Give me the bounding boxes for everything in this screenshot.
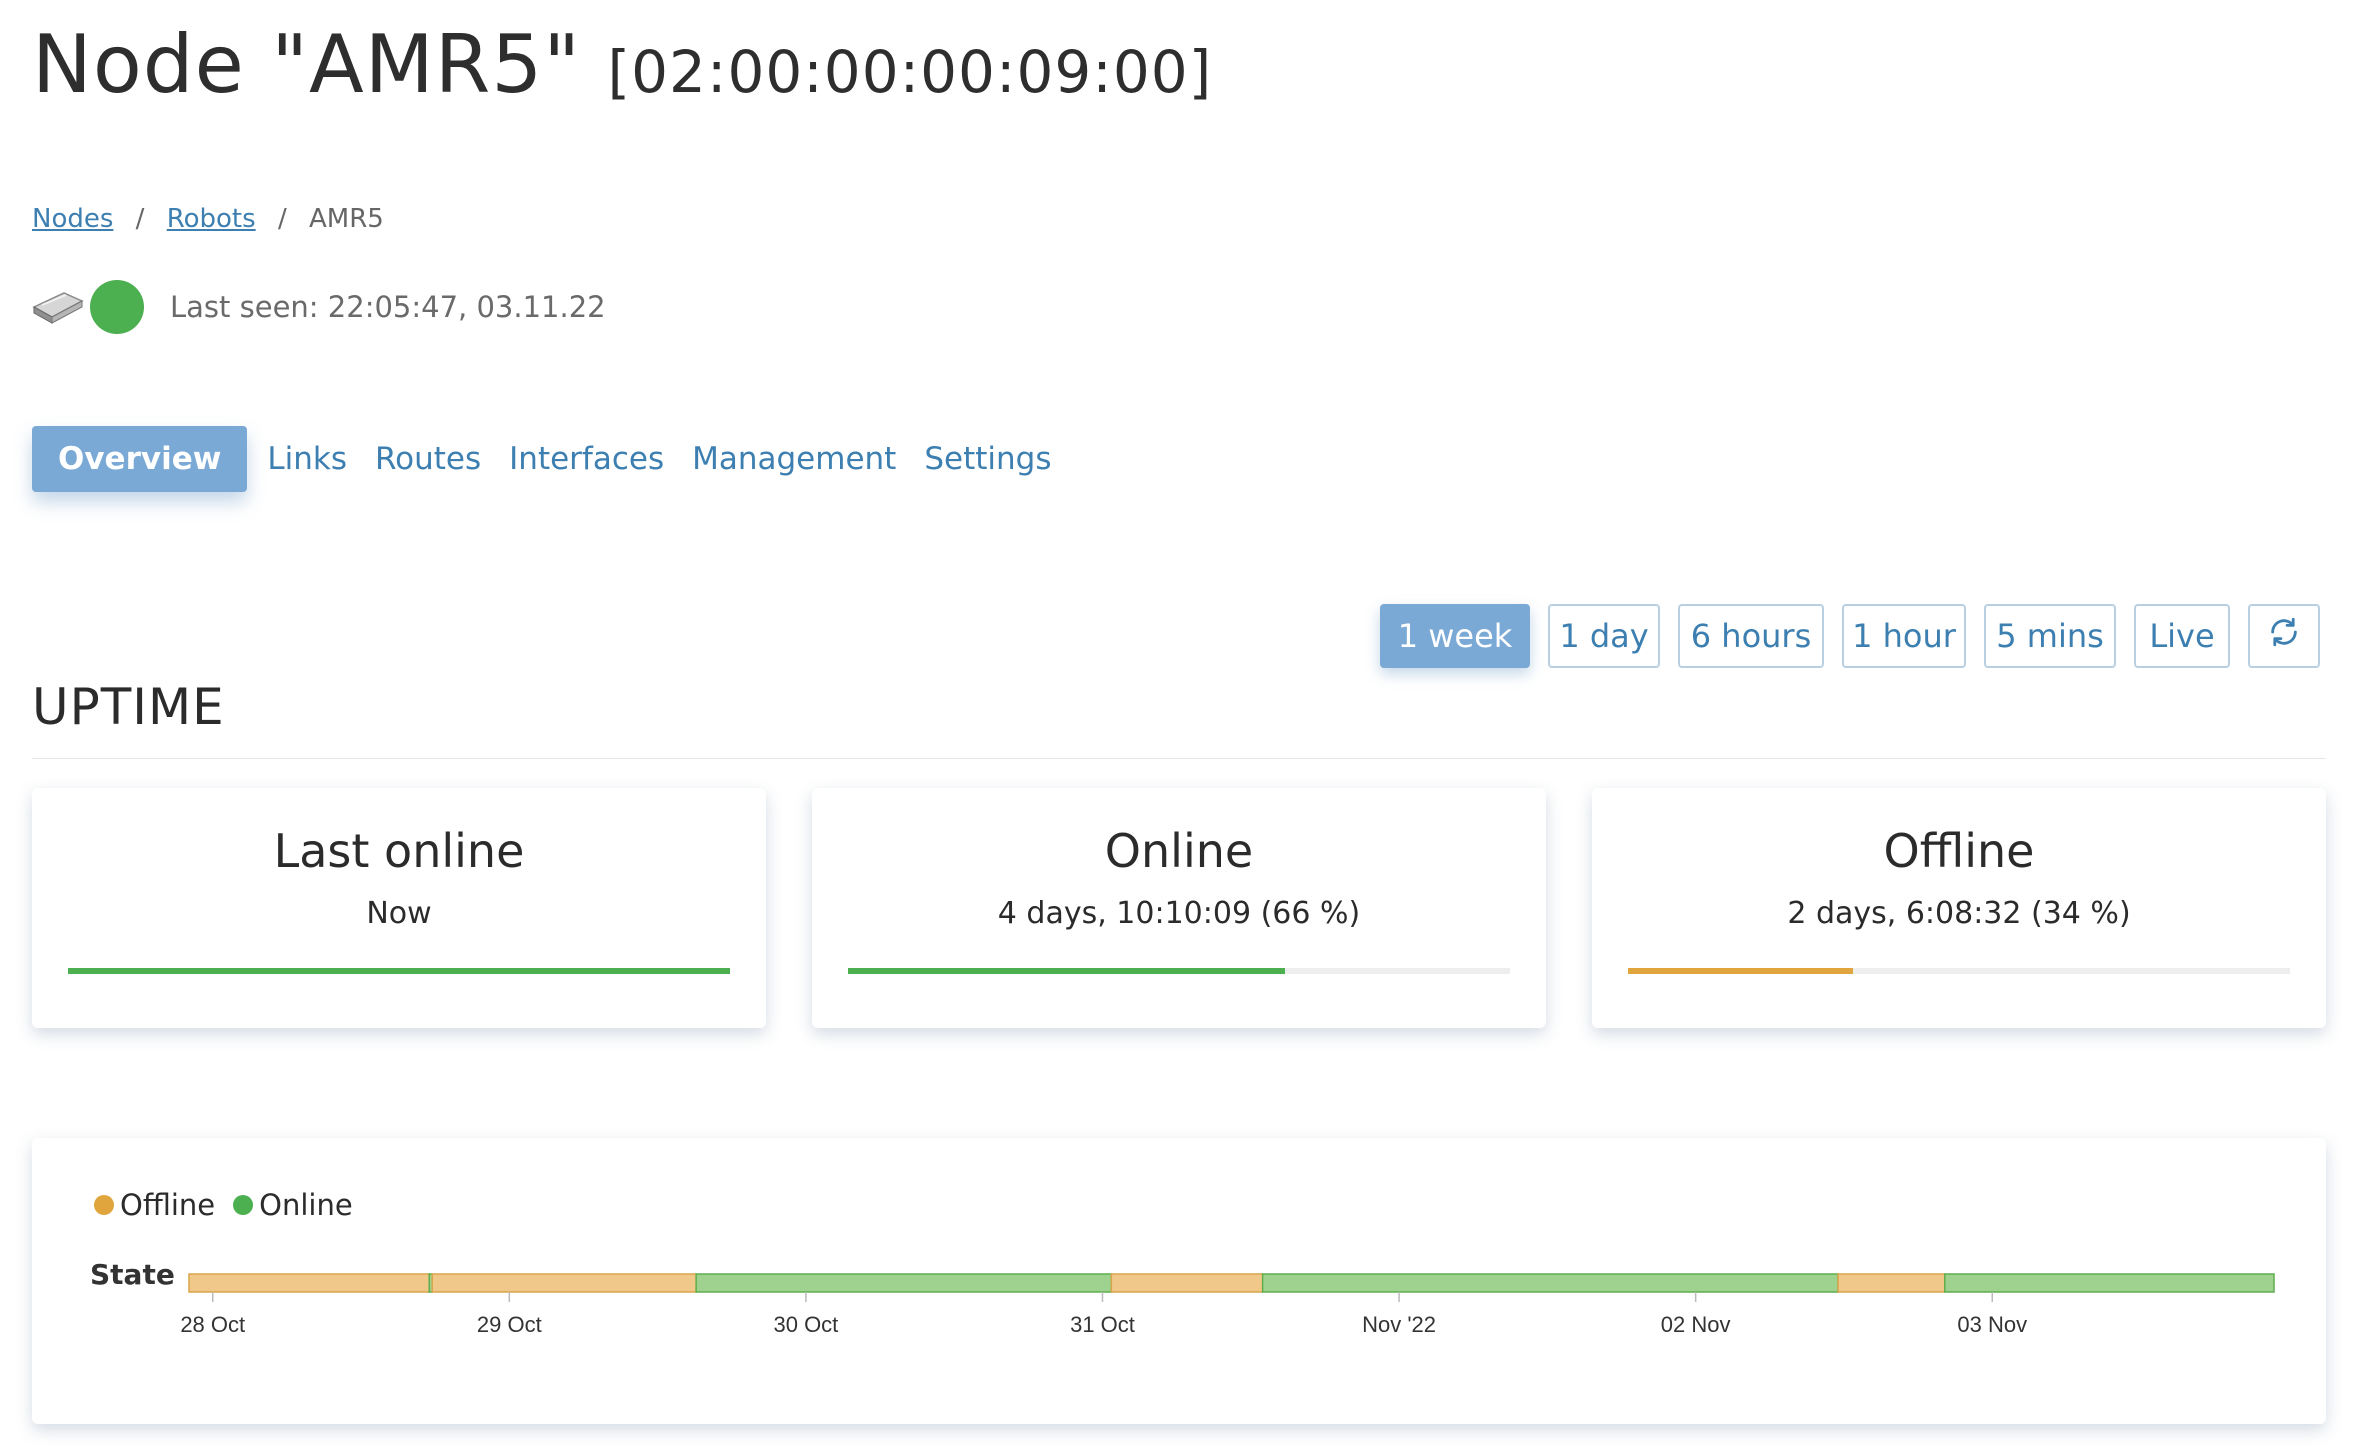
time-range-selector: 1 week 1 day 6 hours 1 hour 5 mins Live xyxy=(1362,604,2320,668)
x-axis-ticks: 28 Oct 29 Oct 30 Oct 31 Oct Nov '22 02 Nov 03 … xyxy=(180,1292,2027,1337)
range-5-mins-button[interactable]: 5 mins xyxy=(1984,604,2116,668)
x-tick-label: 02 Nov xyxy=(1661,1312,1731,1337)
timeline-segment-online[interactable] xyxy=(1944,1273,2275,1293)
timeline-segment-offline[interactable] xyxy=(1110,1273,1264,1293)
breadcrumb-separator: / xyxy=(277,204,287,234)
breadcrumb-robots-link[interactable]: Robots xyxy=(167,204,256,234)
timeline-segment-offline[interactable] xyxy=(188,1273,430,1293)
tab-links[interactable]: Links xyxy=(253,426,361,492)
x-tick-label: 28 Oct xyxy=(180,1312,245,1337)
uptime-heading: UPTIME xyxy=(32,678,225,736)
tab-settings[interactable]: Settings xyxy=(910,426,1065,492)
progress-track xyxy=(848,968,1510,974)
breadcrumb-separator: / xyxy=(135,204,145,234)
row-label: State xyxy=(90,1258,175,1291)
breadcrumb: Nodes / Robots / AMR5 xyxy=(32,204,384,234)
timeline-segment-offline[interactable] xyxy=(431,1273,697,1293)
online-card: Online 4 days, 10:10:09 (66 %) xyxy=(812,788,1546,1028)
x-tick-label: 29 Oct xyxy=(477,1312,542,1337)
range-1-day-button[interactable]: 1 day xyxy=(1548,604,1660,668)
robot-device-icon xyxy=(32,285,84,329)
progress-fill xyxy=(1628,968,1854,974)
progress-fill xyxy=(848,968,1285,974)
breadcrumb-nodes-link[interactable]: Nodes xyxy=(32,204,113,234)
card-value: Now xyxy=(366,896,432,931)
progress-track xyxy=(68,968,730,974)
node-tabs: Overview Links Routes Interfaces Managem… xyxy=(32,426,1065,492)
tab-overview[interactable]: Overview xyxy=(32,426,248,492)
timeline-segments xyxy=(188,1273,2275,1293)
section-divider xyxy=(32,758,2326,759)
status-row: Last seen: 22:05:47, 03.11.22 xyxy=(32,280,606,334)
page-title: Node "AMR5" [02:00:00:00:09:00] xyxy=(32,18,1212,111)
refresh-button[interactable] xyxy=(2248,604,2320,668)
offline-card: Offline 2 days, 6:08:32 (34 %) xyxy=(1592,788,2326,1028)
timeline-svg: State 28 Oct 29 Oct 30 Oct 31 Oct Nov '22 02 … xyxy=(90,1258,2275,1337)
card-value: 4 days, 10:10:09 (66 %) xyxy=(997,896,1361,931)
progress-fill xyxy=(68,968,730,974)
x-tick-label: 31 Oct xyxy=(1070,1312,1135,1337)
state-timeline-chart: Offline Online State 28 Oct 29 Oct 30 Oct 3… xyxy=(32,1138,2326,1424)
x-tick-label: 03 Nov xyxy=(1957,1312,2027,1337)
range-1-week-button[interactable]: 1 week xyxy=(1380,604,1530,668)
online-status-indicator xyxy=(90,280,144,334)
range-1-hour-button[interactable]: 1 hour xyxy=(1842,604,1966,668)
tab-management[interactable]: Management xyxy=(678,426,910,492)
range-live-button[interactable]: Live xyxy=(2134,604,2230,668)
timeline-segment-online[interactable] xyxy=(1261,1273,1839,1293)
last-online-card: Last online Now xyxy=(32,788,766,1028)
breadcrumb-current: AMR5 xyxy=(308,204,384,234)
node-mac-address: [02:00:00:00:09:00] xyxy=(607,38,1213,106)
x-tick-label: 30 Oct xyxy=(773,1312,838,1337)
card-title: Online xyxy=(1104,824,1254,878)
tab-routes[interactable]: Routes xyxy=(361,426,495,492)
progress-track xyxy=(1628,968,2290,974)
x-tick-label: Nov '22 xyxy=(1362,1312,1436,1337)
node-name: Node "AMR5" xyxy=(32,18,582,111)
refresh-icon xyxy=(2267,615,2301,657)
tab-interfaces[interactable]: Interfaces xyxy=(495,426,678,492)
card-title: Offline xyxy=(1883,824,2035,878)
last-seen-text: Last seen: 22:05:47, 03.11.22 xyxy=(170,290,606,324)
card-value: 2 days, 6:08:32 (34 %) xyxy=(1787,896,2131,931)
timeline-segment-offline[interactable] xyxy=(1837,1273,1946,1293)
card-title: Last online xyxy=(273,824,525,878)
range-6-hours-button[interactable]: 6 hours xyxy=(1678,604,1824,668)
timeline-segment-online[interactable] xyxy=(695,1273,1113,1293)
